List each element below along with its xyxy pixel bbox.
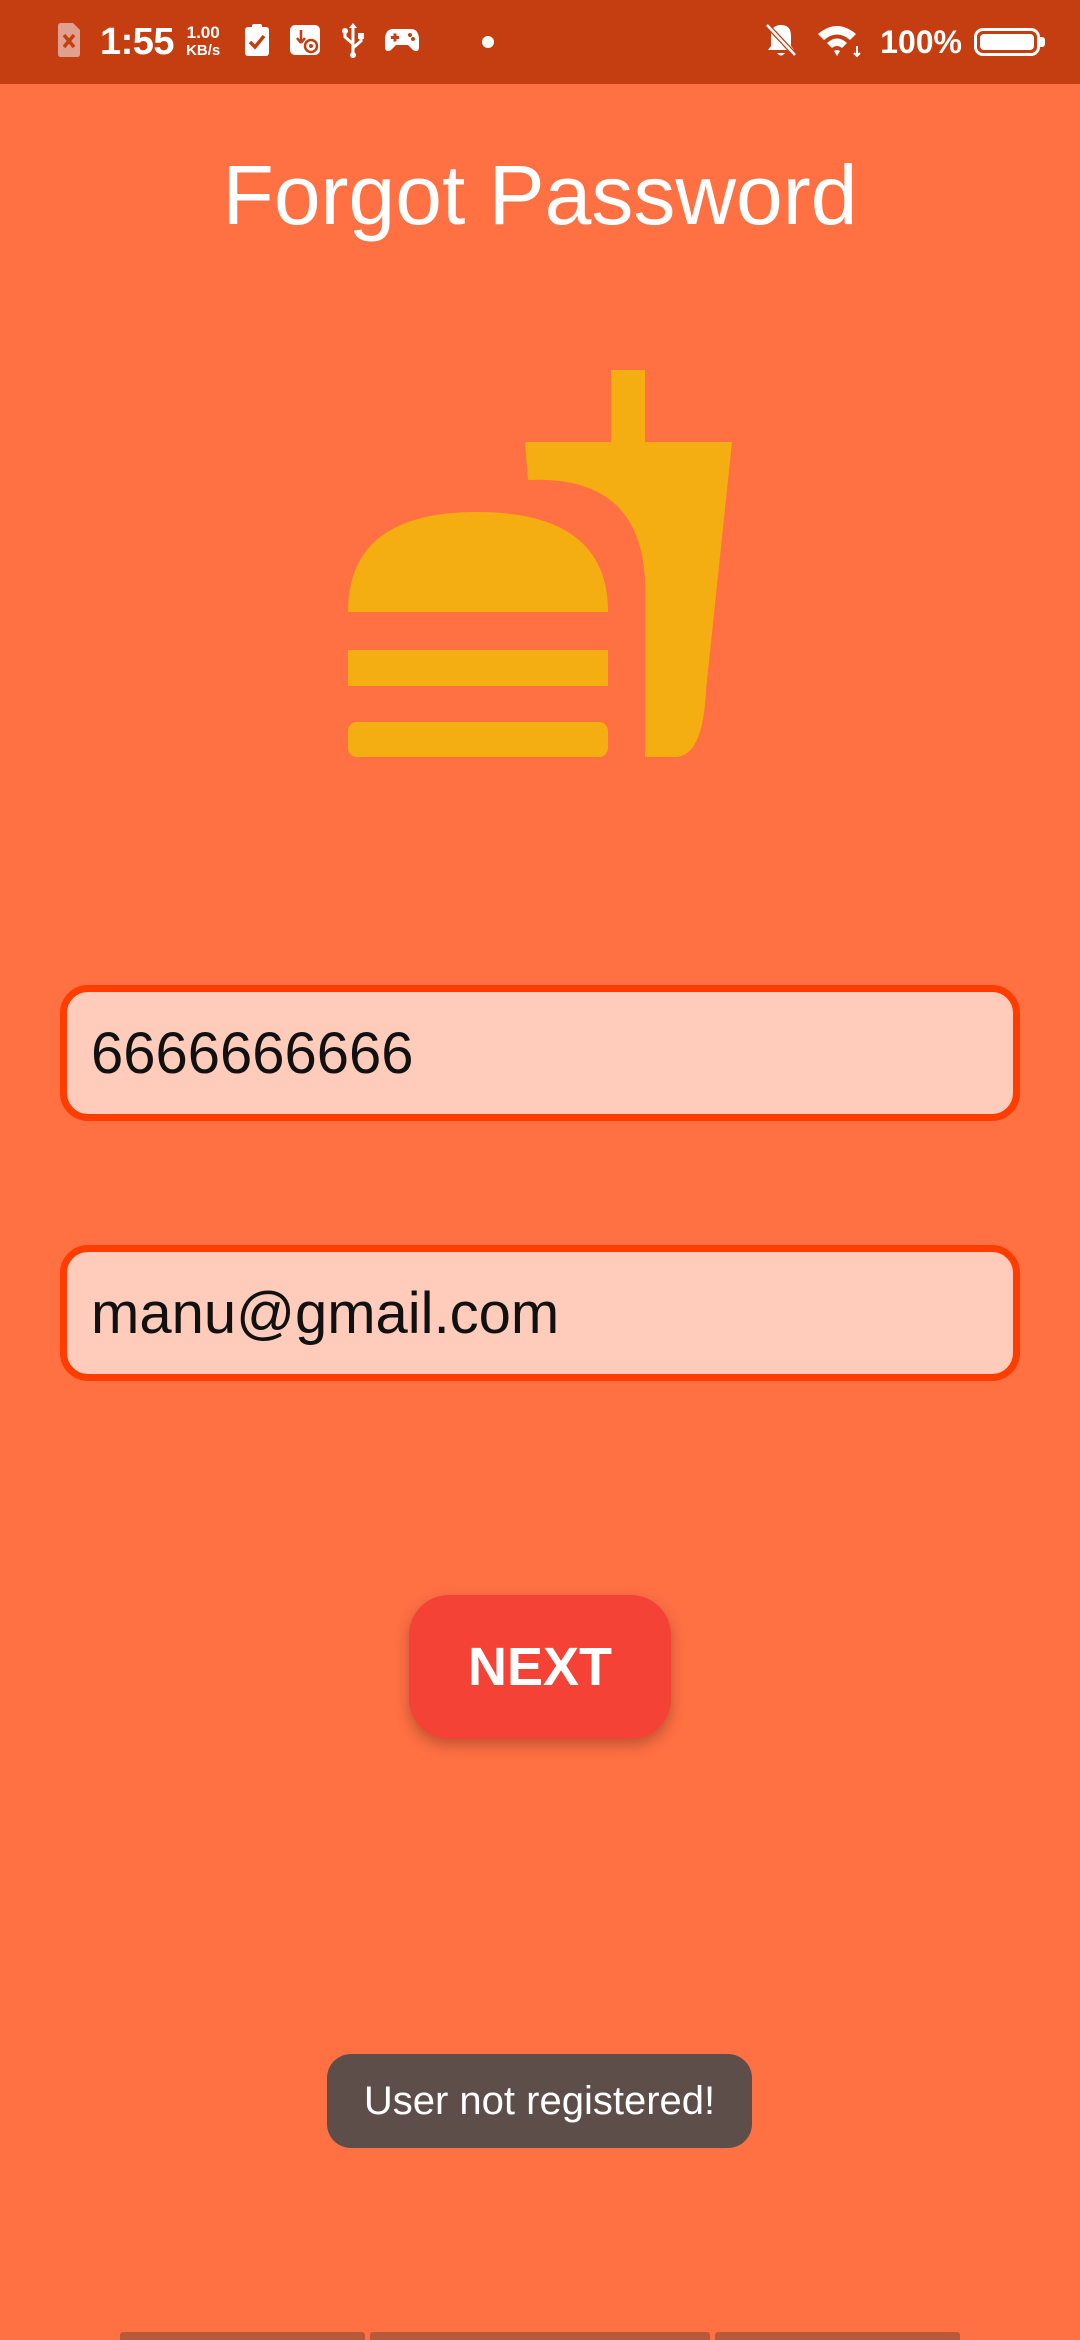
bottom-edge-segment bbox=[370, 2332, 710, 2340]
gamepad-icon bbox=[384, 26, 420, 59]
fastfood-icon bbox=[340, 360, 740, 760]
bottom-edge-segment bbox=[120, 2332, 365, 2340]
phone-input[interactable] bbox=[67, 992, 1013, 1114]
next-button[interactable]: NEXT bbox=[409, 1595, 671, 1739]
usb-settings-icon bbox=[288, 23, 322, 62]
status-time: 1:55 bbox=[100, 20, 175, 63]
email-field[interactable] bbox=[60, 1245, 1020, 1381]
network-speed-unit: KB/s bbox=[186, 42, 221, 59]
page-title: Forgot Password bbox=[222, 148, 858, 242]
usb-icon bbox=[340, 22, 366, 63]
bottom-edge bbox=[0, 2328, 1080, 2340]
sim-error-icon bbox=[56, 22, 82, 63]
clipboard-check-icon bbox=[244, 23, 270, 62]
status-bar-right: 100% bbox=[764, 0, 1045, 84]
wifi-icon bbox=[816, 22, 862, 63]
battery-icon bbox=[974, 28, 1045, 56]
email-input[interactable] bbox=[67, 1252, 1013, 1374]
network-speed-value: 1.00 bbox=[186, 23, 220, 42]
bottom-edge-segment bbox=[715, 2332, 960, 2340]
status-bar: 1:55 1.00 KB/s 100% bbox=[0, 0, 1080, 84]
status-bar-left: 1:55 1.00 KB/s bbox=[56, 0, 495, 84]
phone-field[interactable] bbox=[60, 985, 1020, 1121]
notification-dot-icon bbox=[482, 36, 495, 48]
battery-percentage: 100% bbox=[880, 23, 962, 60]
network-speed: 1.00 KB/s bbox=[186, 24, 220, 60]
toast-message: User not registered! bbox=[327, 2054, 752, 2148]
bell-off-icon bbox=[764, 22, 798, 63]
